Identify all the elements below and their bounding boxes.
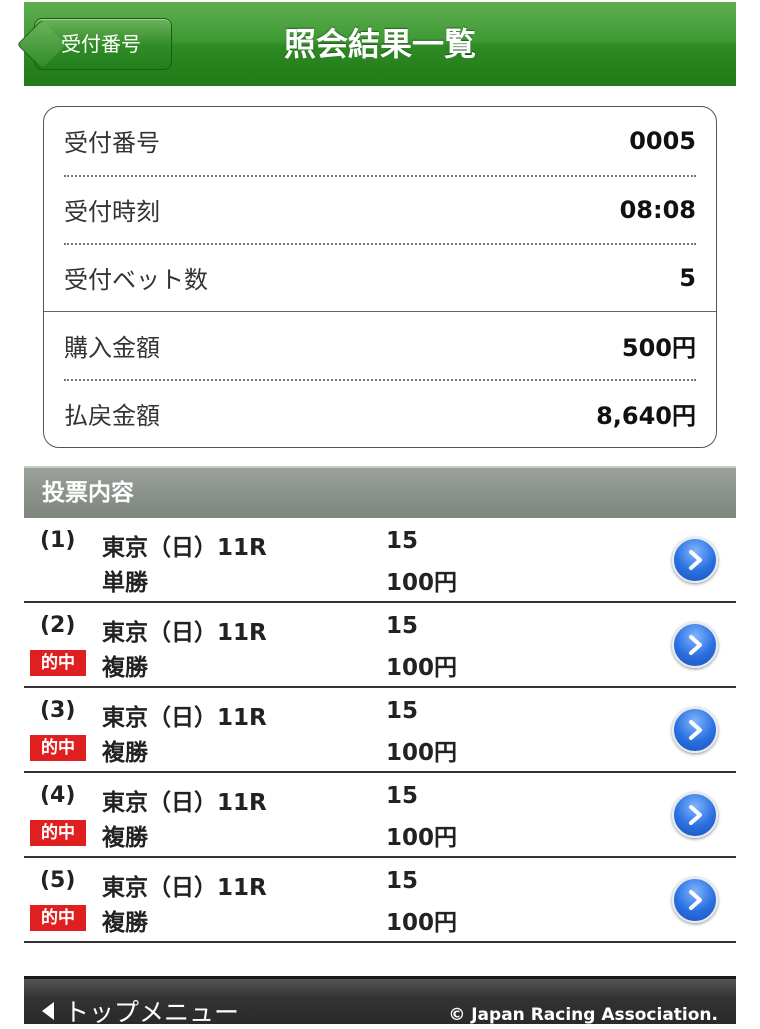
payout-amount-value: 8,640円: [596, 402, 696, 430]
back-button-label: 受付番号: [61, 32, 141, 56]
chevron-right-circle-icon[interactable]: [672, 792, 718, 838]
bet-race: 東京（日）11R: [102, 790, 267, 816]
bet-amount: 100円: [386, 910, 458, 936]
bet-amount: 100円: [386, 570, 458, 596]
copyright-text: © Japan Racing Association.: [448, 1005, 718, 1025]
bet-type: 複勝: [102, 655, 148, 681]
summary-box: 受付番号 0005 受付時刻 08:08 受付ベット数 5 購入金額 500円 …: [43, 106, 717, 448]
purchase-amount-value: 500円: [621, 334, 696, 362]
bet-row-2[interactable]: (2) 東京（日）11R 15 的中 複勝 100円: [24, 603, 736, 688]
bet-amount: 100円: [386, 655, 458, 681]
hit-badge: 的中: [30, 905, 86, 931]
bet-number: (5): [40, 868, 76, 893]
bet-row-5[interactable]: (5) 東京（日）11R 15 的中 複勝 100円: [24, 858, 736, 943]
bet-count-label: 受付ベット数: [64, 266, 208, 294]
back-button[interactable]: 受付番号: [16, 18, 172, 70]
bet-row-3[interactable]: (3) 東京（日）11R 15 的中 複勝 100円: [24, 688, 736, 773]
payout-amount-row: 払戻金額 8,640円: [64, 380, 696, 447]
receipt-number-value: 0005: [629, 126, 696, 155]
bet-race: 東京（日）11R: [102, 875, 267, 901]
bet-number: (3): [40, 698, 76, 723]
bet-type: 複勝: [102, 910, 148, 936]
chevron-right-circle-icon[interactable]: [672, 537, 718, 583]
bet-number: (2): [40, 613, 76, 638]
back-arrow-shape: [16, 19, 67, 70]
purchase-amount-row: 購入金額 500円: [64, 312, 696, 379]
bet-row-4[interactable]: (4) 東京（日）11R 15 的中 複勝 100円: [24, 773, 736, 858]
bet-number: (1): [40, 528, 76, 553]
hit-badge: 的中: [30, 820, 86, 846]
section-header-bets: 投票内容: [24, 466, 736, 518]
bet-number: (4): [40, 783, 76, 808]
receipt-number-row: 受付番号 0005: [64, 107, 696, 174]
payout-amount-label: 払戻金額: [64, 402, 160, 430]
nav-header: 受付番号 照会結果一覧: [16, 2, 736, 86]
bet-horse-number: 15: [386, 613, 419, 639]
bet-horse-number: 15: [386, 783, 419, 809]
bet-race: 東京（日）11R: [102, 705, 267, 731]
receipt-time-row: 受付時刻 08:08: [64, 176, 696, 243]
bet-count-row: 受付ベット数 5: [64, 244, 696, 311]
bet-type: 複勝: [102, 825, 148, 851]
bet-horse-number: 15: [386, 868, 419, 894]
bet-type: 複勝: [102, 740, 148, 766]
receipt-time-label: 受付時刻: [64, 198, 160, 226]
bet-race: 東京（日）11R: [102, 535, 267, 561]
left-triangle-icon: [42, 1002, 54, 1020]
bet-race: 東京（日）11R: [102, 620, 267, 646]
bet-amount: 100円: [386, 825, 458, 851]
chevron-right-circle-icon[interactable]: [672, 707, 718, 753]
purchase-amount-label: 購入金額: [64, 334, 160, 362]
hit-badge: 的中: [30, 650, 86, 676]
bet-count-value: 5: [679, 263, 696, 292]
receipt-number-label: 受付番号: [64, 129, 160, 157]
bet-horse-number: 15: [386, 528, 419, 554]
bet-amount: 100円: [386, 740, 458, 766]
bet-horse-number: 15: [386, 698, 419, 724]
bet-type: 単勝: [102, 570, 148, 596]
footer-bar: トップメニュー © Japan Racing Association.: [24, 976, 736, 1027]
chevron-right-circle-icon[interactable]: [672, 877, 718, 923]
receipt-time-value: 08:08: [619, 195, 696, 224]
bet-row-1[interactable]: (1) 東京（日）11R 15 単勝 100円: [24, 518, 736, 603]
chevron-right-circle-icon[interactable]: [672, 622, 718, 668]
hit-badge: 的中: [30, 735, 86, 761]
